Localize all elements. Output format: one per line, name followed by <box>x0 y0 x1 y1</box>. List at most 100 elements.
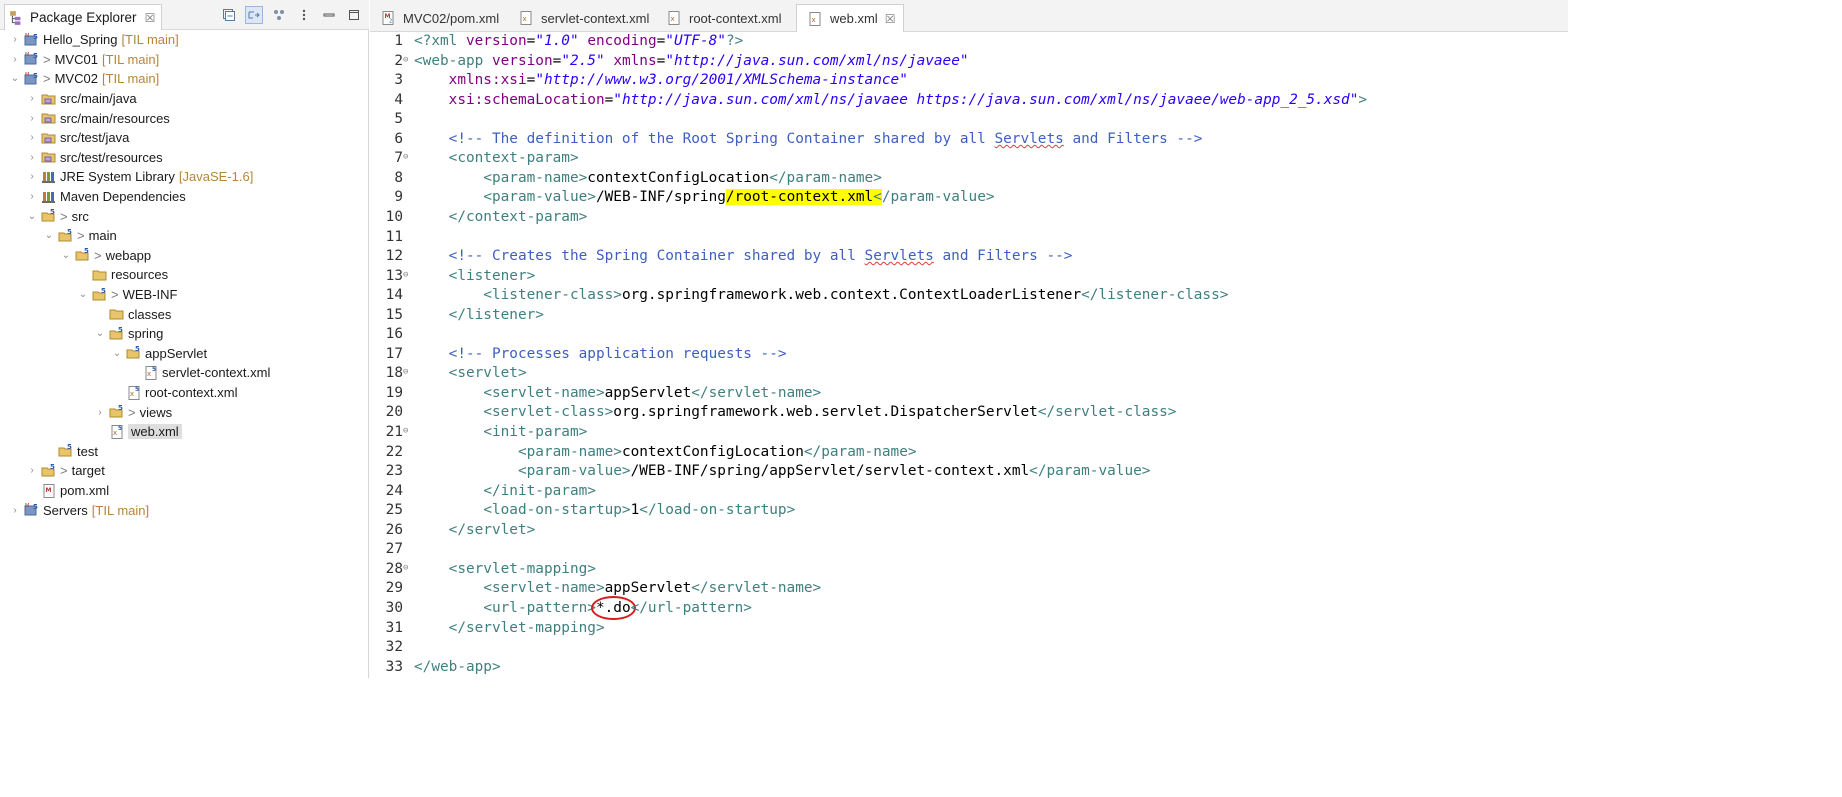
line-number: 7 <box>394 150 403 167</box>
collapse-all-icon[interactable] <box>220 6 238 24</box>
fold-toggle-icon[interactable]: ⊖ <box>403 52 413 68</box>
folder-git-icon: 5 <box>41 208 57 224</box>
tree-item-label: main <box>88 228 117 244</box>
tree-item-servers[interactable]: › 5 M Servers [TIL main] <box>0 500 368 520</box>
tree-item-classes[interactable]: classes <box>0 304 368 324</box>
tab-mvc02-pom-xml[interactable]: M2 MVC02/pom.xml <box>370 4 507 32</box>
code-text: <param-value>/WEB-INF/spring/root-contex… <box>414 188 995 208</box>
source-folder-icon <box>41 110 57 126</box>
tree-item-hello-spring[interactable]: › 5 M Hello_Spring [TIL main] <box>0 30 368 50</box>
chevron-right-icon[interactable]: › <box>25 464 39 478</box>
chevron-down-icon[interactable]: ⌄ <box>59 248 73 262</box>
tree-item-src-main-resources[interactable]: › src/main/resources <box>0 108 368 128</box>
tree-item-mvc02[interactable]: ⌄ 5 M > MVC02 [TIL main] <box>0 69 368 89</box>
chevron-right-icon[interactable]: › <box>8 503 22 517</box>
package-explorer-tab[interactable]: Package Explorer ☒ <box>4 4 163 30</box>
chevron-right-icon[interactable]: › <box>25 131 39 145</box>
view-menu-icon[interactable] <box>295 6 313 24</box>
tree-item-target[interactable]: › 5 > target <box>0 461 368 481</box>
chevron-down-icon[interactable]: ⌄ <box>76 288 90 302</box>
fold-toggle-icon[interactable]: ⊖ <box>403 560 413 576</box>
tab-web-xml[interactable]: x web.xml ☒ <box>796 4 905 32</box>
fold-toggle-icon[interactable]: ⊖ <box>403 423 413 439</box>
code-line: 15 </listener> <box>370 306 1568 326</box>
filters-icon[interactable] <box>270 6 288 24</box>
fold-toggle-icon[interactable]: ⊖ <box>403 149 413 165</box>
code-line: 16 <box>370 325 1568 345</box>
chevron-right-icon[interactable]: › <box>93 405 107 419</box>
git-branch-decoration: [TIL main] <box>101 71 160 87</box>
chevron-down-icon[interactable]: ⌄ <box>93 327 107 341</box>
tree-item-test[interactable]: 5 test <box>0 442 368 462</box>
tree-item-views[interactable]: › 5 > views <box>0 402 368 422</box>
chevron-down-icon[interactable]: ⌄ <box>42 229 56 243</box>
code-token: </servlet> <box>448 521 536 538</box>
fold-toggle-icon[interactable]: ⊖ <box>403 364 413 380</box>
code-token: = <box>656 52 666 69</box>
tree-item-main[interactable]: ⌄ 5 > main <box>0 226 368 246</box>
svg-text:5: 5 <box>118 425 122 432</box>
tree-item-mvc01[interactable]: › 5 M > MVC01 [TIL main] <box>0 50 368 70</box>
chevron-right-icon[interactable]: › <box>25 111 39 125</box>
tree-item-src[interactable]: ⌄ 5 > src <box>0 206 368 226</box>
svg-text:x: x <box>147 370 151 378</box>
project-icon: 5M <box>24 71 40 87</box>
tree-item-servlet-context-xml[interactable]: x 5 servlet-context.xml <box>0 363 368 383</box>
tab-servlet-context-xml[interactable]: x servlet-context.xml <box>508 4 657 32</box>
code-editor[interactable]: 1 <?xml version="1.0" encoding="UTF-8"?> 2… <box>370 32 1568 678</box>
tree-item-web-inf[interactable]: ⌄ 5 > WEB-INF <box>0 285 368 305</box>
code-token: <servlet-name> <box>483 580 605 597</box>
svg-text:5: 5 <box>118 326 123 334</box>
code-token: <web-app <box>414 52 492 69</box>
tree-item-root-context-xml[interactable]: x 5 root-context.xml <box>0 383 368 403</box>
chevron-down-icon[interactable]: ⌄ <box>25 209 39 223</box>
chevron-right-icon[interactable]: › <box>8 33 22 47</box>
chevron-down-icon[interactable]: ⌄ <box>8 72 22 86</box>
code-token: = <box>604 91 614 108</box>
minimize-icon[interactable] <box>320 6 338 24</box>
tree-item-web-xml[interactable]: x 5 web.xml <box>0 422 368 442</box>
line-number: 23 <box>385 463 403 480</box>
tree-item-label: src <box>71 208 89 224</box>
tab-root-context-xml[interactable]: x root-context.xml <box>656 4 789 32</box>
link-with-editor-icon[interactable] <box>245 6 263 24</box>
tree-item-spring[interactable]: ⌄ 5 spring <box>0 324 368 344</box>
chevron-right-icon[interactable]: › <box>25 92 39 106</box>
chevron-right-icon[interactable]: › <box>25 150 39 164</box>
folder-git-icon: 5 <box>109 404 125 420</box>
line-number: 22 <box>385 443 403 460</box>
tree-item-jre-system-library[interactable]: › JRE System Library [JavaSE-1.6] <box>0 167 368 187</box>
chevron-right-icon[interactable]: › <box>25 190 39 204</box>
tree-item-src-main-java[interactable]: › src/main/java <box>0 89 368 109</box>
tree-item-appservlet[interactable]: ⌄ 5 appServlet <box>0 344 368 364</box>
chevron-right-icon[interactable]: › <box>25 170 39 184</box>
fold-toggle-icon[interactable]: ⊖ <box>403 267 413 283</box>
tree-item-src-test-resources[interactable]: › src/test/resources <box>0 148 368 168</box>
code-token: appServlet <box>604 384 692 401</box>
code-token: </url-pattern> <box>630 599 752 616</box>
folder-git-icon: 5 <box>92 287 108 303</box>
chevron-down-icon[interactable]: ⌄ <box>110 346 124 360</box>
code-text: <param-value>/WEB-INF/spring/appServlet/… <box>414 462 1150 482</box>
line-number: 16 <box>385 326 403 343</box>
chevron-right-icon[interactable]: › <box>8 52 22 66</box>
close-icon[interactable]: ☒ <box>885 12 896 26</box>
tree-item-src-test-java[interactable]: › src/test/java <box>0 128 368 148</box>
tree-item-maven-dependencies[interactable]: › Maven Dependencies <box>0 187 368 207</box>
svg-text:5: 5 <box>84 247 89 255</box>
tree-item-webapp[interactable]: ⌄ 5 > webapp <box>0 246 368 266</box>
close-icon[interactable]: ☒ <box>145 11 156 25</box>
code-line: 32 <box>370 638 1568 658</box>
code-token: > <box>1358 91 1368 108</box>
code-line: 4 xsi:schemaLocation="http://java.sun.co… <box>370 91 1568 111</box>
line-number: 6 <box>394 130 403 147</box>
maximize-icon[interactable] <box>345 6 363 24</box>
tree-item-resources[interactable]: resources <box>0 265 368 285</box>
tree-item-pom-xml[interactable]: Mpom.xml <box>0 481 368 501</box>
